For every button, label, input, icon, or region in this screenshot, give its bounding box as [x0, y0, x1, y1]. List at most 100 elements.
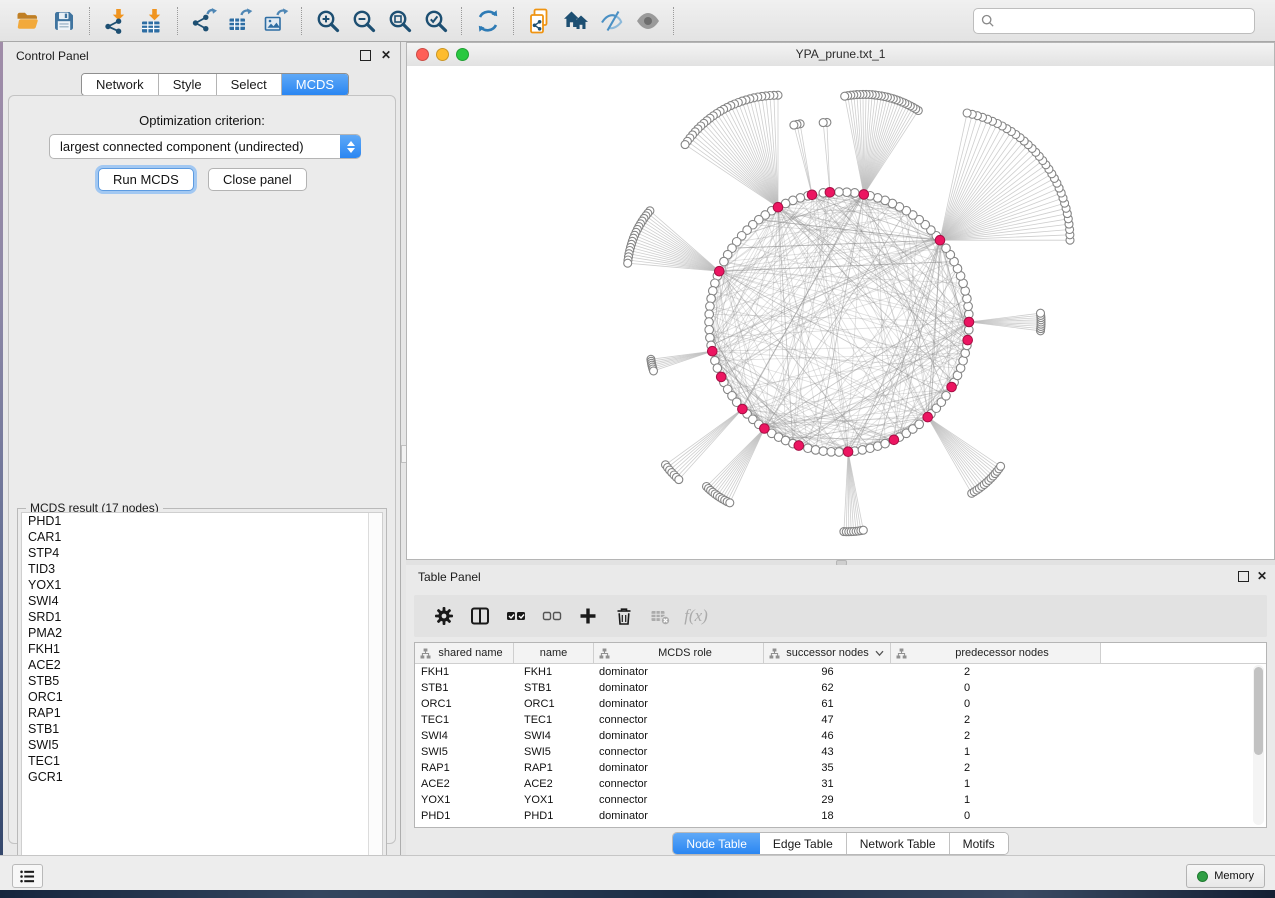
run-mcds-button[interactable]: Run MCDS	[98, 168, 194, 191]
float-window-icon[interactable]	[1238, 571, 1249, 582]
cell: 2	[891, 730, 1101, 742]
columns-icon	[470, 606, 490, 626]
tab-style[interactable]: Style	[159, 74, 217, 95]
tab-network-table[interactable]: Network Table	[847, 833, 950, 854]
column-header-predecessor-nodes[interactable]: predecessor nodes	[891, 643, 1101, 663]
mcds-result-item[interactable]: SWI5	[22, 737, 382, 753]
export-image-button[interactable]	[258, 4, 294, 38]
tab-select[interactable]: Select	[217, 74, 282, 95]
mcds-result-item[interactable]: TID3	[22, 561, 382, 577]
mcds-result-item[interactable]: ACE2	[22, 657, 382, 673]
cell: RAP1	[514, 762, 594, 774]
mcds-result-item[interactable]: STP4	[22, 545, 382, 561]
mcds-result-list[interactable]: PHD1CAR1STP4TID3YOX1SWI4SRD1PMA2FKH1ACE2…	[21, 512, 383, 870]
cell: 61	[764, 698, 891, 710]
zoom-fit-button[interactable]	[382, 4, 418, 38]
check-all-button[interactable]	[498, 600, 534, 632]
export-table-button[interactable]	[222, 4, 258, 38]
close-panel-button[interactable]: Close panel	[208, 168, 307, 191]
column-header-successor-nodes[interactable]: successor nodes	[764, 643, 891, 663]
houses-icon	[563, 8, 589, 34]
fx-button: f(x)	[678, 600, 714, 632]
mcds-result-item[interactable]: CAR1	[22, 529, 382, 545]
column-header-shared-name[interactable]: shared name	[415, 643, 514, 663]
export-network-button[interactable]	[186, 4, 222, 38]
tab-motifs[interactable]: Motifs	[950, 833, 1008, 854]
cell: RAP1	[415, 762, 514, 774]
zoom-selected-button[interactable]	[418, 4, 454, 38]
cell: YOX1	[514, 794, 594, 806]
float-window-icon[interactable]	[360, 50, 371, 61]
open-folder-button[interactable]	[10, 4, 46, 38]
trash-button[interactable]	[606, 600, 642, 632]
import-network-button[interactable]	[98, 4, 134, 38]
tab-network[interactable]: Network	[82, 74, 159, 95]
close-panel-icon[interactable]: ✕	[1257, 570, 1267, 582]
cell: TEC1	[514, 714, 594, 726]
tab-node-table[interactable]: Node Table	[673, 833, 760, 854]
memory-label: Memory	[1214, 870, 1254, 882]
tab-mcds[interactable]: MCDS	[282, 74, 348, 95]
network-canvas[interactable]: FKH1STB1ORC1TEC1SWI4SWI5RAP1ACE2YOX1GCR1…	[407, 66, 1274, 559]
table-row[interactable]: RAP1RAP1dominator352	[415, 760, 1266, 776]
mcds-list-scrollbar[interactable]	[368, 513, 382, 869]
scrollbar-thumb[interactable]	[1254, 667, 1263, 755]
uncheck-all-button[interactable]	[534, 600, 570, 632]
column-header-name[interactable]: name	[514, 643, 594, 663]
table-row[interactable]: STB1STB1dominator620	[415, 680, 1266, 696]
table-row[interactable]: FKH1FKH1dominator962	[415, 664, 1266, 680]
cell: YOX1	[415, 794, 514, 806]
columns-button[interactable]	[462, 600, 498, 632]
mcds-result-item[interactable]: SWI4	[22, 593, 382, 609]
table-row[interactable]: TEC1TEC1connector472	[415, 712, 1266, 728]
plus-button[interactable]	[570, 600, 606, 632]
mcds-result-item[interactable]: PHD1	[22, 513, 382, 529]
zoom-out-button[interactable]	[346, 4, 382, 38]
houses-button[interactable]	[558, 4, 594, 38]
mcds-result-item[interactable]: SRD1	[22, 609, 382, 625]
column-header-MCDS-role[interactable]: MCDS role	[594, 643, 764, 663]
mcds-panel: Optimization criterion: largest connecte…	[8, 95, 396, 844]
gear-button[interactable]	[426, 600, 462, 632]
zoom-in-button[interactable]	[310, 4, 346, 38]
mcds-result-item[interactable]: YOX1	[22, 577, 382, 593]
table-row[interactable]: ORC1ORC1dominator610	[415, 696, 1266, 712]
tab-edge-table[interactable]: Edge Table	[760, 833, 847, 854]
mcds-result-item[interactable]: ORC1	[22, 689, 382, 705]
toolbar-separator	[301, 7, 303, 35]
select-stepper-icon	[340, 135, 361, 158]
mcds-result-item[interactable]: RAP1	[22, 705, 382, 721]
hide-glyph-button[interactable]	[594, 4, 630, 38]
share-document-button[interactable]	[522, 4, 558, 38]
table-row[interactable]: SWI5SWI5connector431	[415, 744, 1266, 760]
toolbar-separator	[461, 7, 463, 35]
mcds-result-item[interactable]: GCR1	[22, 769, 382, 785]
mcds-result-item[interactable]: PMA2	[22, 625, 382, 641]
task-history-button[interactable]	[12, 864, 43, 888]
close-panel-icon[interactable]: ✕	[381, 49, 391, 61]
criterion-select[interactable]: largest connected component (undirected)	[49, 134, 361, 159]
network-graph[interactable]: FKH1STB1ORC1TEC1SWI4SWI5RAP1ACE2YOX1GCR1…	[407, 66, 1274, 559]
refresh-button[interactable]	[470, 4, 506, 38]
memory-button[interactable]: Memory	[1186, 864, 1265, 888]
mcds-result-item[interactable]: STB1	[22, 721, 382, 737]
mcds-result-item[interactable]: FKH1	[22, 641, 382, 657]
mcds-result-item[interactable]: TEC1	[22, 753, 382, 769]
eye-button[interactable]	[630, 4, 666, 38]
mcds-result-item[interactable]: STB5	[22, 673, 382, 689]
export-image-icon	[263, 8, 289, 34]
toolbar-separator	[673, 7, 675, 35]
table-scrollbar[interactable]	[1253, 665, 1264, 825]
import-table-button[interactable]	[134, 4, 170, 38]
cell: dominator	[594, 810, 764, 822]
table-row[interactable]: PHD1PHD1dominator180	[415, 808, 1266, 824]
cell: PHD1	[415, 810, 514, 822]
table-row[interactable]: ACE2ACE2connector311	[415, 776, 1266, 792]
search-box[interactable]	[973, 8, 1255, 34]
save-button[interactable]	[46, 4, 82, 38]
cell: connector	[594, 714, 764, 726]
table-row[interactable]: YOX1YOX1connector291	[415, 792, 1266, 808]
network-titlebar[interactable]: YPA_prune.txt_1	[407, 43, 1274, 67]
table-row[interactable]: SWI4SWI4dominator462	[415, 728, 1266, 744]
search-input[interactable]	[999, 13, 1248, 29]
